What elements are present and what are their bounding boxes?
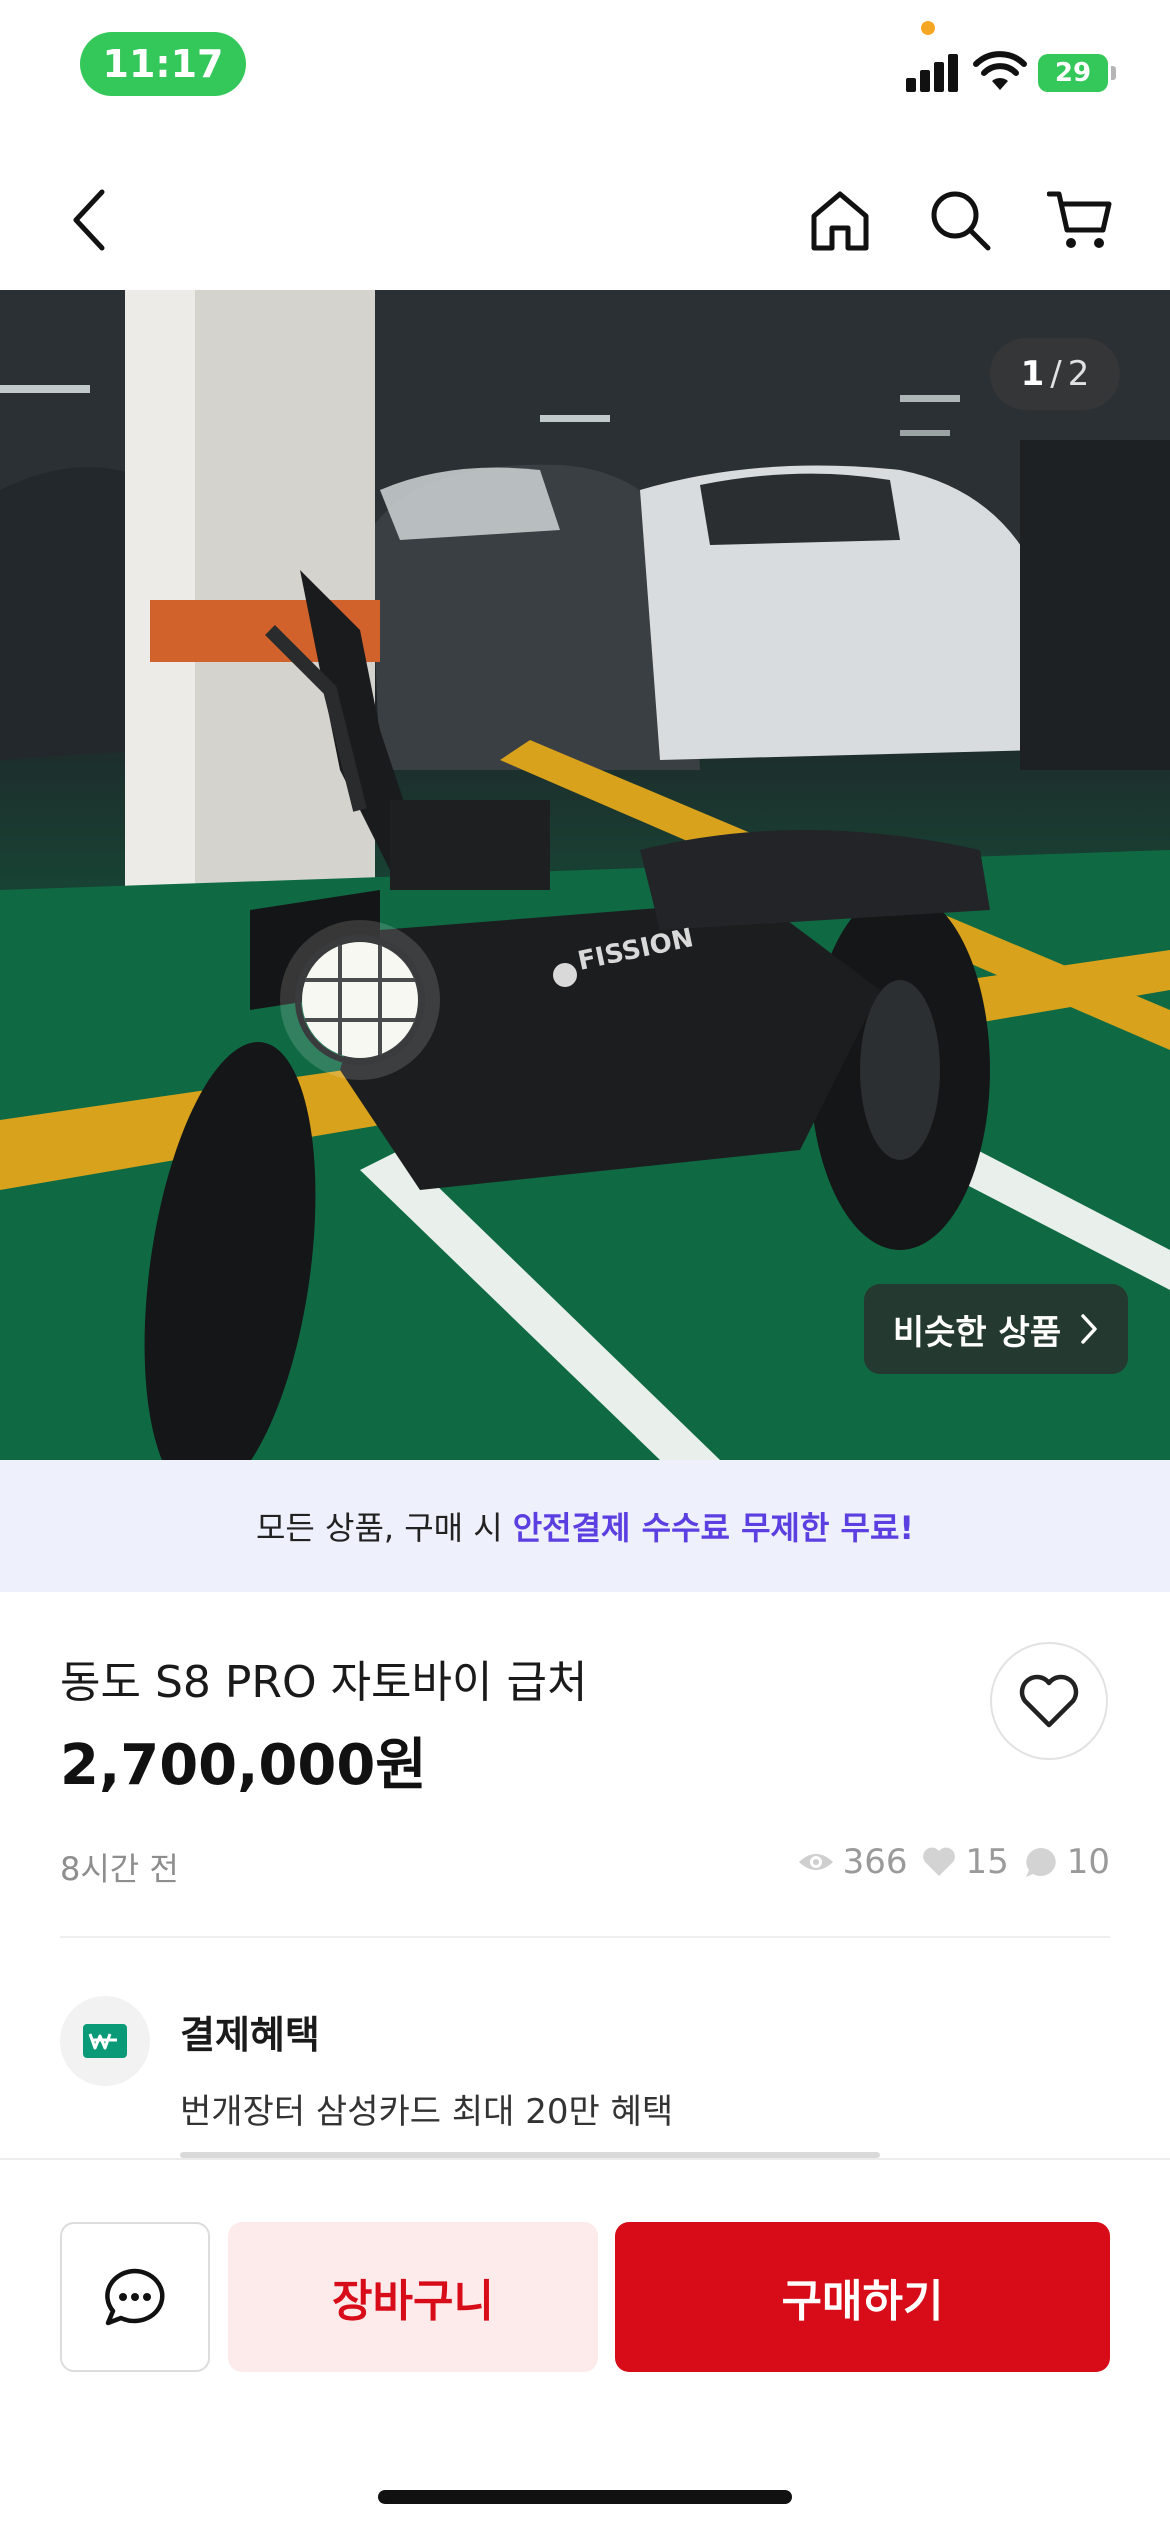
pager-total: 2: [1067, 354, 1090, 394]
comments-count: 10: [1066, 1842, 1110, 1882]
product-stats: 366 15 10: [797, 1842, 1110, 1882]
promo-text: 모든 상품, 구매 시: [255, 1509, 503, 1547]
cart-icon[interactable]: [1040, 180, 1120, 260]
cellular-signal-icon: [906, 52, 960, 92]
buy-now-button[interactable]: 구매하기: [615, 2222, 1110, 2372]
similar-products-label: 비슷한 상품: [892, 1312, 1062, 1353]
payment-benefit-logo-icon: [60, 1996, 150, 2086]
add-to-cart-button[interactable]: 장바구니: [228, 2222, 598, 2372]
payment-benefit-title: 결제혜택: [180, 2013, 320, 2057]
promo-accent-text: 안전결제 수수료 무제한 무료!: [512, 1509, 915, 1547]
pager-separator: /: [1050, 354, 1062, 394]
home-indicator[interactable]: [378, 2490, 792, 2504]
bottom-action-bar: 장바구니 구매하기: [0, 2158, 1170, 2532]
pager-current: 1: [1020, 354, 1045, 394]
battery-indicator: 29: [1038, 54, 1116, 92]
payment-benefit-description[interactable]: 번개장터 삼성카드 최대 20만 혜택: [180, 2084, 673, 2133]
back-icon[interactable]: [50, 180, 130, 260]
chat-icon: [105, 2268, 165, 2326]
product-price: 2,700,000원: [60, 1733, 427, 1798]
product-title: 동도 S8 PRO 자토바이 급처: [60, 1657, 588, 1708]
clipped-benefit-line: [180, 2144, 880, 2158]
wifi-icon: [973, 51, 1027, 90]
heart-filled-icon: [923, 1847, 956, 1876]
heart-icon: [1019, 1674, 1079, 1728]
likes-stat: 15: [921, 1842, 1009, 1882]
product-detail-screen: 11:17 29 FISSION 1 / 2 비슷한 상품 모든 상품, 구매 …: [0, 0, 1170, 2532]
privacy-indicator-dot: [921, 21, 935, 35]
home-icon[interactable]: [800, 180, 880, 260]
status-time: 11:17: [80, 32, 246, 96]
likes-count: 15: [965, 1842, 1009, 1882]
section-divider: [60, 1936, 1110, 1938]
safe-payment-promo-banner[interactable]: 모든 상품, 구매 시 안전결제 수수료 무제한 무료!: [0, 1460, 1170, 1592]
status-bar: 11:17 29: [0, 0, 1170, 130]
views-count: 366: [842, 1842, 908, 1882]
comment-bubble-icon: [1025, 1848, 1056, 1877]
favorite-button[interactable]: [990, 1642, 1108, 1760]
top-navigation: [0, 150, 1170, 290]
views-stat: 366: [797, 1842, 908, 1882]
product-image-carousel[interactable]: FISSION 1 / 2 비슷한 상품: [0, 290, 1170, 1460]
chevron-right-icon: [1081, 1314, 1097, 1344]
chat-button[interactable]: [60, 2222, 210, 2372]
eye-icon: [798, 1854, 833, 1870]
posted-time: 8시간 전: [60, 1850, 179, 1888]
search-icon[interactable]: [920, 180, 1000, 260]
battery-level: 29: [1054, 58, 1092, 88]
comments-stat: 10: [1023, 1842, 1110, 1882]
similar-products-button[interactable]: 비슷한 상품: [864, 1284, 1128, 1374]
image-pager: 1 / 2: [990, 338, 1120, 410]
